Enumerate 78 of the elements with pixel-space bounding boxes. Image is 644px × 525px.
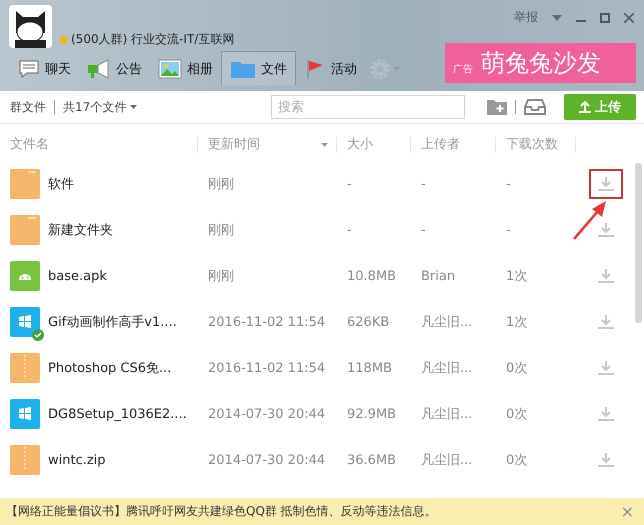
download-button[interactable] [588, 169, 622, 199]
file-name[interactable]: 软件 [48, 175, 74, 193]
tab[interactable]: 文件 [221, 51, 296, 85]
file-name[interactable]: base.apk [48, 268, 107, 284]
tab[interactable]: 相册 [150, 52, 221, 85]
download-icon [596, 268, 614, 284]
check-badge-icon [32, 329, 44, 341]
cat-avatar-icon[interactable] [9, 5, 52, 48]
file-name[interactable]: Gif动画制作高手v1.... [48, 313, 177, 331]
table-cell-text: 36.6MB [346, 452, 398, 468]
file-name[interactable]: wintc.zip [48, 452, 106, 468]
zip-file-icon [10, 353, 40, 383]
table-cell-text: 凡尘旧... [420, 406, 474, 423]
tab[interactable]: 活动 [296, 52, 365, 85]
windows-file-icon [10, 399, 40, 429]
report-link[interactable]: 举报 [514, 9, 538, 26]
file-name[interactable]: 新建文件夹 [48, 221, 113, 239]
table-cell-text: 刚刚 [207, 176, 235, 193]
file-name[interactable]: Photoshop CS6免... [48, 359, 172, 377]
caret-icon[interactable] [130, 105, 138, 109]
table-cell-text: - [346, 222, 353, 238]
new-folder-icon[interactable] [487, 99, 507, 115]
group-files-label: 群文件 [10, 98, 46, 116]
folder-icon [10, 169, 40, 199]
table-cell-text: 0次 [505, 360, 528, 377]
zip-file-icon [10, 445, 40, 475]
search-field[interactable]: 搜索 [271, 95, 465, 119]
table-cell-text: 2014-07-30 20:44 [207, 406, 326, 422]
table-cell-text: 0次 [505, 406, 528, 423]
download-icon [596, 314, 614, 330]
table-cell-text: - [420, 222, 427, 238]
table-cell-text: 118MB [346, 360, 393, 376]
download-icon [596, 406, 614, 422]
table-cell-text: 626KB [346, 314, 390, 330]
download-icon [596, 222, 614, 238]
download-icon [596, 176, 614, 192]
group-name: (500人群) 行业交流-IT/互联网 [71, 31, 234, 48]
table-cell-text: 10.8MB [346, 268, 398, 284]
download-icon [596, 360, 614, 376]
table-cell-text: 凡尘旧... [420, 360, 474, 377]
table-cell-text: 刚刚 [207, 268, 235, 285]
chat-bubble-icon [18, 58, 40, 78]
ad-text: 萌兔兔沙发 [481, 48, 601, 79]
table-cell-text: 刚刚 [207, 222, 235, 239]
megaphone-icon [87, 58, 111, 78]
table-cell-text: - [346, 176, 353, 192]
maximize-icon[interactable] [600, 12, 610, 22]
tab[interactable]: 聊天 [10, 52, 79, 85]
ad-tag: 广告 [453, 62, 473, 76]
file-name[interactable]: DG8Setup_1036E2.... [48, 406, 187, 422]
table-cell-text: 2016-11-02 11:54 [207, 360, 326, 376]
table-cell-text: 1次 [505, 268, 528, 285]
table-cell-text: - [420, 176, 427, 192]
table-cell-text: 2016-11-02 11:54 [207, 314, 326, 330]
table-cell-text: 0次 [505, 452, 528, 469]
picture-icon [158, 58, 182, 78]
download-icon [596, 452, 614, 468]
tab[interactable]: 公告 [79, 52, 150, 85]
folder-icon [10, 215, 40, 245]
android-file-icon [10, 261, 40, 291]
table-cell-text: 92.9MB [346, 406, 398, 422]
table-cell-text: 凡尘旧... [420, 314, 474, 331]
table-cell-text: 1次 [505, 314, 528, 331]
table-cell-text: - [505, 176, 512, 192]
table-cell-text: 2014-07-30 20:44 [207, 452, 326, 468]
table-cell-text: 凡尘旧... [420, 452, 474, 469]
scrollbar-thumb[interactable] [635, 163, 642, 323]
sort-caret-icon[interactable] [321, 142, 328, 146]
notice-text: 【网络正能量倡议书】腾讯呼吁网友共建绿色QQ群 抵制色情、反动等违法信息。 [6, 503, 437, 520]
upload-icon [579, 101, 591, 113]
table-cell-text: - [505, 222, 512, 238]
caret-icon[interactable] [552, 14, 562, 20]
file-count-dropdown[interactable]: 共17个文件 [63, 98, 126, 116]
windows-file-icon [10, 307, 40, 337]
close-icon[interactable] [624, 12, 634, 22]
tray-icon[interactable] [524, 99, 546, 115]
table-cell-text: Brian [420, 268, 456, 284]
star-icon [58, 34, 69, 45]
